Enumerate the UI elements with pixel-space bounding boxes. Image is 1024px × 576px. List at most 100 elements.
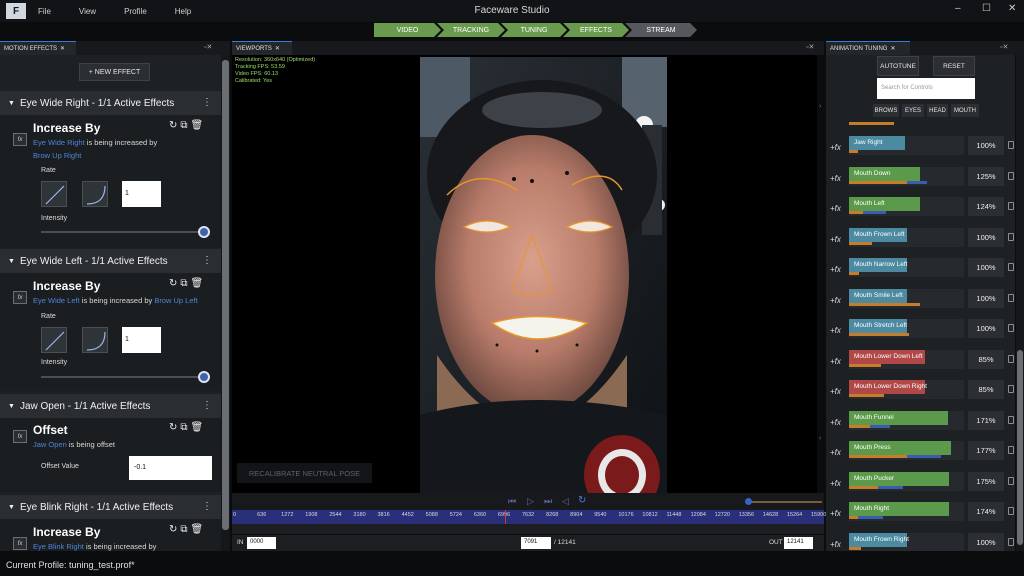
- right-scrollbar-thumb[interactable]: [1017, 350, 1023, 545]
- control-row[interactable]: +fx Mouth Down 125%: [826, 163, 1015, 193]
- effect-actions[interactable]: ↻⧉🗑: [169, 524, 206, 535]
- refresh-icon[interactable]: ↻: [169, 278, 180, 289]
- collapse-icon[interactable]: ▼: [8, 100, 15, 107]
- timeline[interactable]: 0 636 1272 1908 2544 3180 3816 4452 5088 5724 6360…: [232, 510, 826, 524]
- collapse-icon[interactable]: ▼: [8, 403, 15, 410]
- loop-icon[interactable]: ↻: [578, 495, 586, 506]
- open-icon[interactable]: ⧉: [180, 278, 190, 289]
- control-percent[interactable]: 175%: [968, 471, 1004, 491]
- control-percent[interactable]: 177%: [968, 441, 1004, 460]
- speed-slider-handle[interactable]: [745, 498, 752, 505]
- panel-float-icon[interactable]: ▫✕: [806, 43, 814, 51]
- control-percent[interactable]: 174%: [968, 502, 1004, 521]
- lock-icon[interactable]: [1008, 293, 1014, 302]
- search-controls-input[interactable]: Search for Controls: [877, 78, 975, 99]
- refresh-icon[interactable]: ↻: [169, 120, 180, 131]
- lock-icon[interactable]: [1008, 415, 1014, 424]
- add-effect-icon[interactable]: +fx: [830, 418, 841, 427]
- menu-profile[interactable]: Profile: [124, 7, 147, 16]
- video-viewport[interactable]: Resolution: 360x640 (Optimized) Tracking…: [232, 55, 817, 493]
- maximize-button[interactable]: ☐: [982, 3, 991, 14]
- open-icon[interactable]: ⧉: [180, 120, 190, 131]
- tab-motion-effects[interactable]: MOTION EFFECTS ✕: [0, 41, 76, 55]
- category-brows[interactable]: BROWS: [873, 104, 899, 117]
- add-effect-icon[interactable]: +fx: [830, 509, 841, 518]
- effect-actions[interactable]: ↻⧉🗑: [169, 422, 206, 433]
- delete-icon[interactable]: 🗑: [191, 278, 207, 289]
- rate-value-input[interactable]: 1: [122, 327, 161, 353]
- lock-icon[interactable]: [1008, 354, 1014, 363]
- control-row[interactable]: +fx Mouth Funnel 171%: [826, 407, 1015, 437]
- add-effect-icon[interactable]: +fx: [830, 357, 841, 366]
- control-percent[interactable]: 100%: [968, 258, 1004, 277]
- control-row[interactable]: +fx Mouth Frown Right 100%: [826, 529, 1015, 551]
- category-head[interactable]: HEAD: [927, 104, 948, 117]
- collapse-icon[interactable]: ▼: [8, 504, 15, 511]
- autotune-button[interactable]: AUTOTUNE: [877, 56, 919, 76]
- collapse-right-arrow-icon[interactable]: ‹: [819, 435, 821, 442]
- menu-help[interactable]: Help: [175, 7, 191, 16]
- reset-button[interactable]: RESET: [933, 56, 975, 76]
- lock-icon[interactable]: [1008, 537, 1014, 546]
- control-percent[interactable]: 100%: [968, 288, 1004, 308]
- more-options-icon[interactable]: ⋮: [202, 400, 212, 411]
- add-effect-icon[interactable]: +fx: [830, 235, 841, 244]
- lock-icon[interactable]: [1008, 202, 1014, 210]
- close-tab-icon[interactable]: ✕: [275, 45, 280, 52]
- add-effect-icon[interactable]: +fx: [830, 479, 841, 488]
- rate-value-input[interactable]: 1: [122, 181, 161, 207]
- control-row[interactable]: +fx Mouth Lower Down Left 85%: [826, 346, 1015, 376]
- control-row[interactable]: +fx Mouth Lower Down Right 85%: [826, 376, 1015, 406]
- left-scrollbar-thumb[interactable]: [222, 60, 229, 530]
- intensity-slider[interactable]: [41, 231, 205, 233]
- workflow-effects[interactable]: EFFECTS: [563, 23, 629, 37]
- current-frame-input[interactable]: 7091: [521, 537, 551, 549]
- lock-icon[interactable]: [1008, 141, 1014, 149]
- menu-view[interactable]: View: [79, 7, 96, 16]
- add-effect-icon[interactable]: +fx: [830, 326, 841, 335]
- close-tab-icon[interactable]: ✕: [60, 45, 65, 52]
- tab-viewports[interactable]: VIEWPORTS ✕: [232, 41, 292, 55]
- linear-curve-button[interactable]: [41, 181, 67, 207]
- more-options-icon[interactable]: ⋮: [202, 501, 212, 512]
- add-effect-icon[interactable]: +fx: [830, 174, 841, 183]
- control-row[interactable]: +fx Jaw Right 100%: [826, 132, 1015, 162]
- collapse-icon[interactable]: ▼: [8, 258, 15, 265]
- refresh-icon[interactable]: ↻: [169, 422, 180, 433]
- offset-value-input[interactable]: -0.1: [129, 456, 212, 480]
- workflow-stream[interactable]: STREAM: [625, 23, 697, 37]
- out-frame-input[interactable]: 12141: [784, 537, 813, 549]
- more-options-icon[interactable]: ⋮: [202, 97, 212, 108]
- add-effect-icon[interactable]: +fx: [830, 204, 841, 213]
- lock-icon[interactable]: [1008, 232, 1014, 241]
- lock-icon[interactable]: [1008, 476, 1014, 485]
- add-effect-icon[interactable]: +fx: [830, 448, 841, 457]
- speed-slider[interactable]: [750, 501, 822, 503]
- effect-header-jaw-open[interactable]: ▼ Jaw Open - 1/1 Active Effects ⋮: [0, 394, 221, 418]
- target-link[interactable]: Eye Wide Right: [33, 138, 85, 147]
- control-percent[interactable]: 85%: [968, 380, 1004, 399]
- minimize-button[interactable]: –: [955, 3, 961, 14]
- menu-file[interactable]: File: [38, 7, 51, 16]
- control-percent[interactable]: 85%: [968, 349, 1004, 369]
- close-button[interactable]: ✕: [1008, 3, 1016, 14]
- lock-icon[interactable]: [1008, 507, 1014, 515]
- target-link[interactable]: Eye Blink Right: [33, 542, 84, 551]
- linear-curve-button[interactable]: [41, 327, 67, 353]
- expand-right-arrow-icon[interactable]: ›: [819, 103, 821, 110]
- intensity-slider[interactable]: [41, 376, 205, 378]
- new-effect-button[interactable]: + NEW EFFECT: [79, 63, 150, 81]
- effect-header-eye-blink-right[interactable]: ▼ Eye Blink Right - 1/1 Active Effects ⋮: [0, 495, 221, 519]
- intensity-slider-handle[interactable]: [198, 371, 210, 383]
- lock-icon[interactable]: [1008, 446, 1014, 454]
- target-link[interactable]: Jaw Open: [33, 440, 67, 449]
- intensity-slider-handle[interactable]: [198, 226, 210, 238]
- effect-header-eye-wide-right[interactable]: ▼ Eye Wide Right - 1/1 Active Effects ⋮: [0, 91, 221, 115]
- delete-icon[interactable]: 🗑: [191, 422, 207, 433]
- effect-header-eye-wide-left[interactable]: ▼ Eye Wide Left - 1/1 Active Effects ⋮: [0, 249, 221, 273]
- add-effect-icon[interactable]: +fx: [830, 540, 841, 549]
- range-bar[interactable]: [232, 524, 824, 534]
- panel-float-icon[interactable]: ▫✕: [204, 43, 212, 51]
- recalibrate-neutral-pose-button[interactable]: RECALIBRATE NEUTRAL POSE: [237, 463, 372, 483]
- lock-icon[interactable]: [1008, 324, 1014, 332]
